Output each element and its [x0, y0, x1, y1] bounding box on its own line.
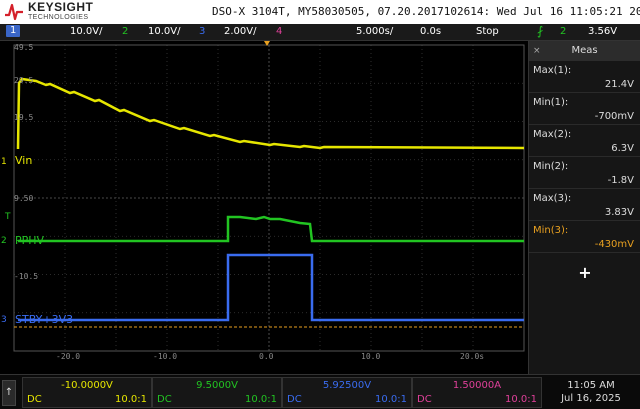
meas-title: × Meas — [529, 41, 640, 61]
meas-title-text: Meas — [571, 45, 598, 56]
meas-value: 3.83V — [604, 207, 634, 218]
meas-max-ch3[interactable]: Max(3): 3.83V — [529, 189, 640, 221]
brand-name: KEYSIGHT — [28, 0, 94, 14]
time-delay[interactable]: 0.0s — [420, 26, 441, 37]
meas-value: -430mV — [594, 239, 634, 250]
ch2-coupling: DC — [157, 394, 172, 405]
waveform-display[interactable]: 49.5 29.5 19.5 9.50 -10.5 -20.0 -10.0 0.… — [0, 41, 528, 374]
meas-value: -1.8V — [607, 175, 634, 186]
meas-max-ch1[interactable]: Max(1): 21.4V — [529, 61, 640, 93]
instrument-info: DSO-X 3104T, MY58030505, 07.20.201710261… — [212, 5, 640, 18]
ch3-label: STBY+3V3 — [15, 313, 73, 326]
trigger-edge-icon[interactable]: ⨏ — [537, 24, 543, 38]
x-label-20: 20.0s — [460, 352, 484, 361]
timebase[interactable]: 5.000s/ — [356, 26, 393, 37]
y-label-19: 19.5 — [14, 113, 33, 122]
keysight-logo: KEYSIGHT TECHNOLOGIES — [4, 1, 93, 23]
title-bar: KEYSIGHT TECHNOLOGIES DSO-X 3104T, MY580… — [0, 0, 640, 24]
y-label-ch1-top: 49.5 — [14, 43, 33, 52]
ch3-ground-marker[interactable]: 3 — [1, 315, 7, 325]
ch3-badge[interactable]: 3 — [199, 26, 205, 37]
ch3-scale[interactable]: 2.00V/ — [224, 26, 256, 37]
ch4-probe: 10.0:1 — [505, 394, 537, 405]
x-label-neg20: -20.0 — [56, 352, 80, 361]
ch2-probe: 10.0:1 — [245, 394, 277, 405]
ch1-probe: 10.0:1 — [115, 394, 147, 405]
brand-subtitle: TECHNOLOGIES — [28, 13, 89, 21]
ch1-label: Vin — [15, 154, 32, 167]
ch2-offset-box[interactable]: 9.5000V DC 10.0:1 — [152, 377, 282, 408]
keysight-wave-icon — [5, 3, 23, 21]
ch1-offset-box[interactable]: -10.0000V DC 10.0:1 — [22, 377, 152, 408]
ch4-offset-box[interactable]: 1.50000A DC 10.0:1 — [412, 377, 542, 408]
ch3-offset-box[interactable]: 5.92500V DC 10.0:1 — [282, 377, 412, 408]
trigger-source[interactable]: 2 — [560, 26, 566, 37]
meas-label: Max(3): — [533, 193, 572, 204]
ch1-badge[interactable]: 1 — [6, 25, 21, 37]
y-label-9: 9.50 — [14, 194, 33, 203]
trigger-level[interactable]: 3.56V — [588, 26, 617, 37]
ch3-coupling: DC — [287, 394, 302, 405]
ch2-label: PPHV — [15, 234, 45, 247]
plot-background — [0, 41, 528, 374]
x-label-0: 0.0 — [259, 352, 274, 361]
meas-label: Max(1): — [533, 65, 572, 76]
ch3-offset: 5.92500V — [322, 380, 372, 391]
ch2-scale[interactable]: 10.0V/ — [148, 26, 180, 37]
meas-min-ch2[interactable]: Min(2): -1.8V — [529, 157, 640, 189]
y-label-neg10: -10.5 — [14, 272, 38, 281]
trigger-level-marker[interactable]: T — [4, 212, 11, 222]
meas-label: Min(3): — [533, 225, 569, 236]
meas-value: -700mV — [594, 111, 634, 122]
clock-time: 11:05 AM — [567, 380, 615, 391]
meas-min-ch1[interactable]: Min(1): -700mV — [529, 93, 640, 125]
expand-up-icon[interactable]: ↑ — [2, 380, 16, 406]
meas-value: 6.3V — [611, 143, 634, 154]
clock: 11:05 AM Jul 16, 2025 — [544, 379, 638, 405]
status-footer: ↑ -10.0000V DC 10.0:1 9.5000V DC 10.0:1 … — [0, 374, 640, 409]
meas-min-ch3[interactable]: Min(3): -430mV — [529, 221, 640, 253]
ch4-badge[interactable]: 4 — [276, 26, 282, 37]
ch2-badge[interactable]: 2 — [122, 26, 128, 37]
meas-label: Min(1): — [533, 97, 569, 108]
ch4-offset: 1.50000A — [452, 380, 502, 391]
ch1-coupling: DC — [27, 394, 42, 405]
close-icon[interactable]: × — [533, 41, 541, 61]
clock-date: Jul 16, 2025 — [561, 393, 621, 404]
channel-bar: 1 10.0V/ 2 10.0V/ 3 2.00V/ 4 5.000s/ 0.0… — [0, 24, 640, 41]
ch4-coupling: DC — [417, 394, 432, 405]
ch1-ground-marker[interactable]: 1 — [1, 157, 7, 167]
x-label-10: 10.0 — [361, 352, 380, 361]
meas-value: 21.4V — [604, 79, 634, 90]
y-label-29: 29.5 — [14, 76, 33, 85]
ch2-ground-marker[interactable]: 2 — [1, 236, 7, 246]
measurement-panel: × Meas Max(1): 21.4V Min(1): -700mV Max(2)… — [528, 41, 640, 374]
x-label-neg10: -10.0 — [153, 352, 177, 361]
meas-max-ch2[interactable]: Max(2): 6.3V — [529, 125, 640, 157]
add-measurement-icon[interactable]: + — [529, 263, 640, 282]
run-state[interactable]: Stop — [476, 26, 499, 37]
ch3-probe: 10.0:1 — [375, 394, 407, 405]
ch1-offset: -10.0000V — [61, 380, 113, 391]
ch2-offset: 9.5000V — [196, 380, 238, 391]
meas-label: Min(2): — [533, 161, 569, 172]
meas-label: Max(2): — [533, 129, 572, 140]
ch1-scale[interactable]: 10.0V/ — [70, 26, 102, 37]
